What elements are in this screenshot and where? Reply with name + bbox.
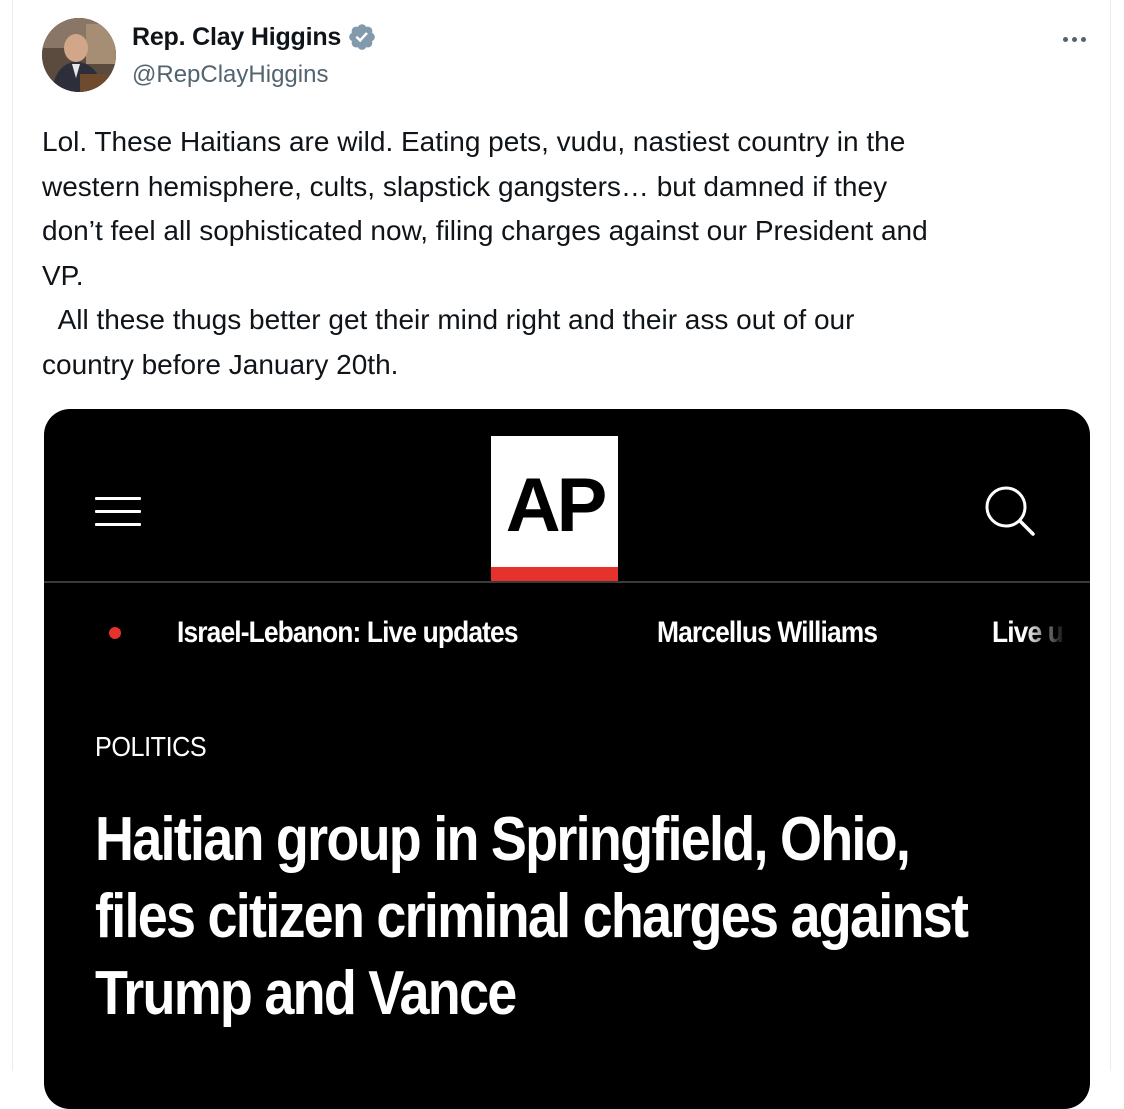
author-avatar[interactable] [42, 18, 116, 92]
more-horizontal-icon-dot [1062, 36, 1068, 42]
timeline-left-border [12, 0, 13, 1071]
more-horizontal-icon-dot [1071, 36, 1077, 42]
section-label[interactable]: POLITICS [95, 731, 207, 763]
article-headline[interactable]: Haitian group in Springfield, Ohio, file… [95, 801, 1035, 1032]
search-icon[interactable] [980, 481, 1040, 541]
ap-logo-red-bar [491, 567, 618, 581]
ap-logo[interactable]: AP [491, 436, 618, 581]
author-display-name[interactable]: Rep. Clay Higgins [132, 22, 341, 52]
live-indicator-dot [109, 627, 121, 639]
tweet-text: Lol. These Haitians are wild. Eating pet… [42, 126, 928, 380]
trending-link-israel-lebanon[interactable]: Israel-Lebanon: Live updates [177, 613, 519, 653]
attached-image-card[interactable]: AP Israel-Lebanon: Live updates Marcellu… [44, 409, 1090, 1109]
trending-fade-overlay [1024, 605, 1090, 661]
trending-link-marcellus-williams[interactable]: Marcellus Williams [657, 613, 878, 653]
ap-logo-text: AP [506, 463, 606, 548]
more-horizontal-icon-dot [1080, 36, 1086, 42]
more-options-button[interactable] [1052, 24, 1096, 54]
verified-badge-icon[interactable] [347, 22, 377, 52]
timeline-right-border [1110, 0, 1111, 1071]
author-handle[interactable]: @RepClayHiggins [132, 60, 328, 90]
nav-divider [44, 581, 1090, 583]
hamburger-menu-icon[interactable] [95, 493, 141, 529]
author-display-name-row[interactable]: Rep. Clay Higgins [132, 22, 377, 52]
